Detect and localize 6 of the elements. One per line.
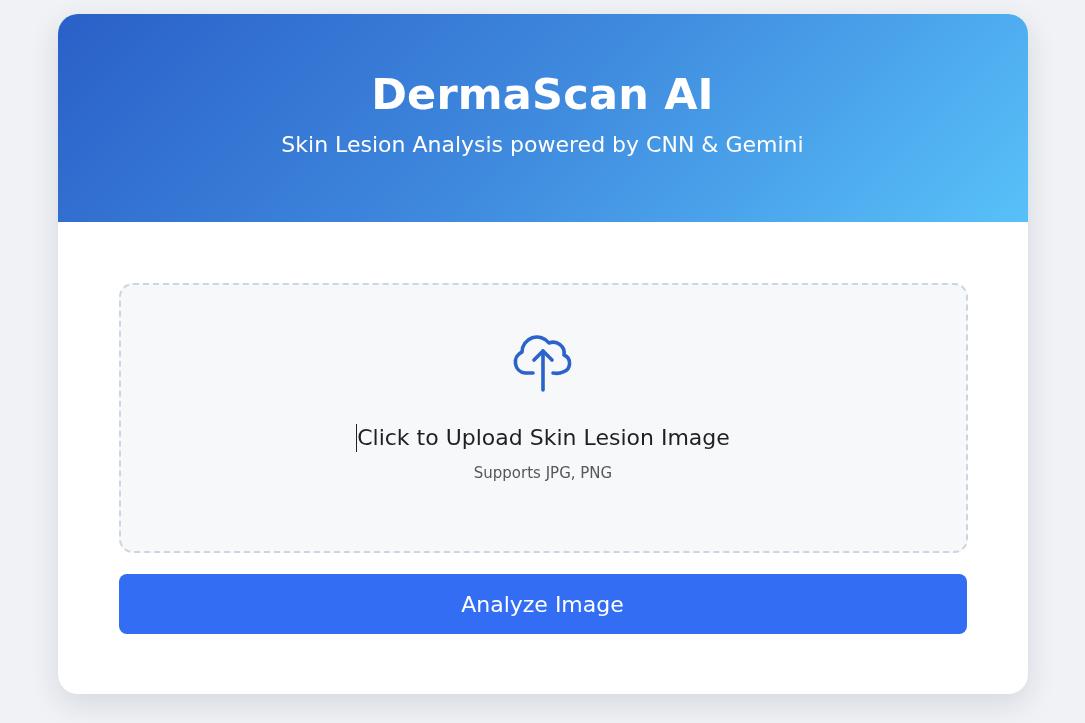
app-subtitle: Skin Lesion Analysis powered by CNN & Gemini [281,131,804,159]
upload-prompt: Click to Upload Skin Lesion Image [357,424,730,452]
analyze-button[interactable]: Analyze Image [118,574,967,634]
upload-hint: Supports JPG, PNG [473,463,613,483]
app-title: DermaScan AI [371,68,714,121]
upload-dropzone[interactable]: Click to Upload Skin Lesion Image Supports JPG, PNG [118,283,968,553]
